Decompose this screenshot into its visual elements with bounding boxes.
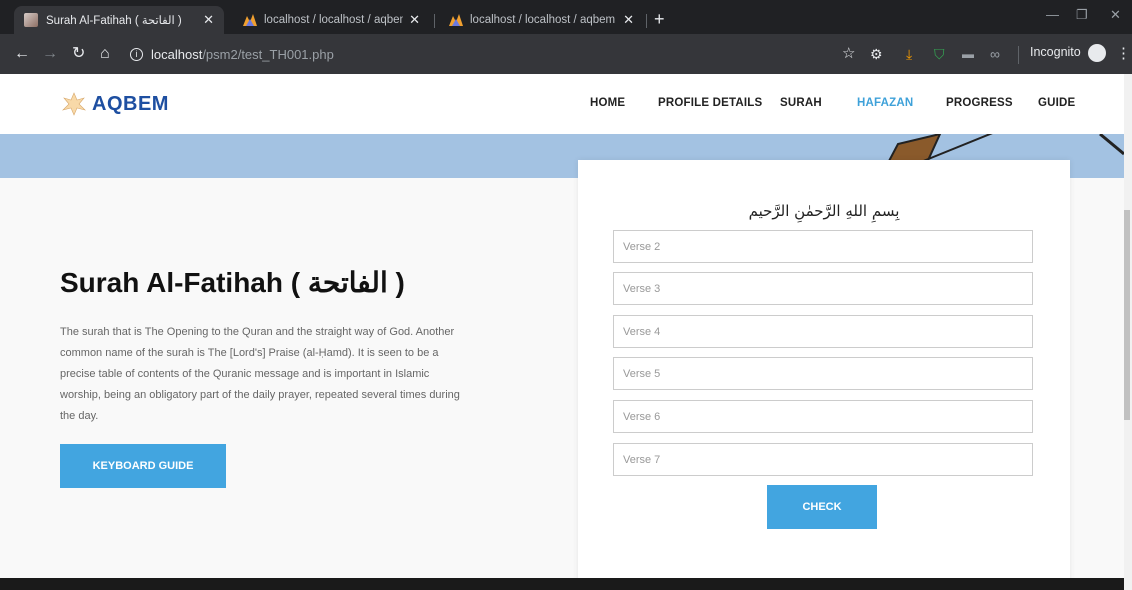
incognito-label: Incognito [1030, 45, 1081, 59]
shield-icon[interactable]: ⛉ [934, 44, 945, 64]
tab-phpmyadmin-2[interactable]: localhost / localhost / aqbem / su ✕ [438, 6, 644, 34]
nav-guide[interactable]: GUIDE [1038, 97, 1075, 109]
verse-2-input[interactable]: Verse 2 [613, 230, 1033, 263]
extension-icon[interactable]: ▬ [962, 44, 974, 64]
incognito-icon[interactable] [1088, 44, 1106, 62]
nav-home[interactable]: HOME [590, 97, 625, 109]
extension-icon[interactable]: ∞ [990, 44, 1000, 64]
back-icon[interactable]: ← [14, 44, 30, 64]
url-host: localhost [151, 46, 203, 62]
reload-icon[interactable]: ↻ [72, 44, 85, 64]
new-tab-icon[interactable]: + [654, 9, 665, 30]
verse-3-input[interactable]: Verse 3 [613, 272, 1033, 305]
verse-7-input[interactable]: Verse 7 [613, 443, 1033, 476]
surah-description: The surah that is The Opening to the Qur… [60, 326, 460, 422]
nav-hafazan[interactable]: HAFAZAN [857, 97, 913, 109]
site-navbar: AQBEM HOME PROFILE DETAILS SURAH HAFAZAN… [0, 74, 1124, 134]
tab-surah-al-fatihah[interactable]: Surah Al-Fatihah ( الفاتحة ) ✕ [14, 6, 224, 34]
info-icon[interactable]: i [130, 47, 143, 61]
web-page: AQBEM HOME PROFILE DETAILS SURAH HAFAZAN… [0, 74, 1132, 590]
download-icon[interactable]: ⤓ [906, 44, 912, 64]
nav-surah[interactable]: SURAH [780, 97, 822, 109]
page-scrollbar[interactable] [1124, 74, 1132, 590]
home-icon[interactable]: ⌂ [100, 44, 110, 64]
phpmyadmin-favicon-icon [449, 14, 463, 26]
minimize-icon[interactable]: — [1046, 7, 1059, 22]
basmala-text: بِسمِ اللهِ الرَّحمٰنِ الرَّحيم [748, 202, 900, 220]
tab-title: localhost / localhost / aqbem / su [264, 14, 403, 26]
logo-emblem-icon [62, 92, 86, 116]
footer-band [0, 578, 1124, 590]
logo-text: AQBEM [92, 92, 169, 115]
nav-profile-details[interactable]: PROFILE DETAILS [658, 97, 762, 109]
menu-icon[interactable]: ⋮ [1116, 44, 1131, 64]
tab-phpmyadmin-1[interactable]: localhost / localhost / aqbem / su ✕ [232, 6, 430, 34]
tab-title: Surah Al-Fatihah ( الفاتحة ) [46, 15, 182, 27]
close-tab-icon[interactable]: ✕ [409, 12, 420, 28]
extension-icon[interactable]: ⚙ [870, 44, 883, 64]
restore-icon[interactable]: ❐ [1076, 7, 1088, 23]
tab-divider [646, 14, 647, 28]
nav-progress[interactable]: PROGRESS [946, 97, 1013, 109]
aqbem-favicon-icon [24, 13, 38, 27]
phpmyadmin-favicon-icon [243, 14, 257, 26]
url-path: /psm2/test_TH001.php [202, 46, 334, 62]
close-tab-icon[interactable]: ✕ [623, 12, 634, 28]
verse-6-input[interactable]: Verse 6 [613, 400, 1033, 433]
verse-form-card: بِسمِ اللهِ الرَّحمٰنِ الرَّحيم Verse 2 … [578, 160, 1070, 590]
site-logo[interactable]: AQBEM [60, 92, 169, 116]
forward-icon[interactable]: → [42, 44, 58, 64]
address-bar[interactable]: i localhost/psm2/test_TH001.php [130, 41, 830, 67]
verse-5-input[interactable]: Verse 5 [613, 357, 1033, 390]
star-icon[interactable]: ☆ [842, 44, 855, 64]
verse-4-input[interactable]: Verse 4 [613, 315, 1033, 348]
check-button[interactable]: CHECK [767, 485, 877, 529]
page-title: Surah Al-Fatihah ( الفاتحة ) [60, 267, 405, 298]
close-tab-icon[interactable]: ✕ [203, 12, 214, 28]
browser-toolbar: ← → ↻ ⌂ i localhost/psm2/test_TH001.php … [0, 34, 1132, 74]
scrollbar-thumb[interactable] [1124, 210, 1130, 420]
keyboard-guide-button[interactable]: KEYBOARD GUIDE [60, 444, 226, 488]
tab-title: localhost / localhost / aqbem / su [470, 14, 617, 26]
tab-divider [434, 14, 435, 28]
close-window-icon[interactable]: ✕ [1110, 7, 1121, 23]
browser-tab-bar: Surah Al-Fatihah ( الفاتحة ) ✕ localhost… [0, 0, 1132, 34]
toolbar-divider [1018, 46, 1019, 64]
